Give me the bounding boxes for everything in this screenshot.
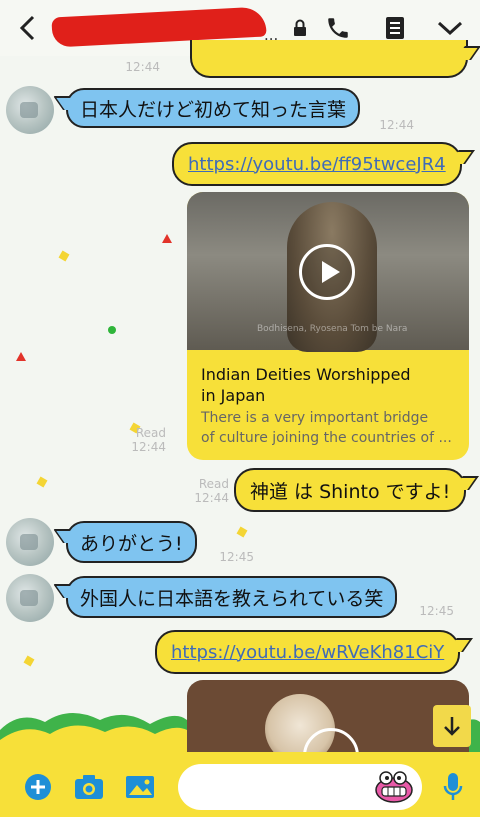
preview-description-line: of culture joining the countries of ...: [201, 430, 452, 446]
message-bubble-partial[interactable]: [190, 40, 468, 78]
youtube-link[interactable]: https://youtu.be/wRVeKh81CiY: [171, 642, 444, 663]
confetti-decoration: [108, 326, 116, 334]
youtube-link[interactable]: https://youtu.be/ff95twceJR4: [188, 154, 446, 175]
message-bubble-outgoing[interactable]: https://youtu.be/ff95twceJR4: [172, 142, 462, 186]
notes-button[interactable]: [381, 14, 409, 42]
arrow-down-icon: [444, 717, 460, 736]
camera-icon: [75, 775, 103, 799]
wave-decoration: [0, 712, 480, 760]
message-time: 12:45: [419, 604, 454, 618]
read-label: Read: [198, 477, 229, 491]
gallery-button[interactable]: [124, 772, 156, 802]
message-time: 12:44: [125, 60, 160, 74]
preview-title-line: in Japan: [201, 386, 266, 405]
message-text: ありがとう!: [80, 532, 183, 555]
message-time: 12:44: [194, 491, 229, 505]
preview-description-line: There is a very important bridge: [201, 410, 429, 426]
message-bubble-outgoing[interactable]: https://youtu.be/wRVeKh81CiY: [155, 630, 461, 674]
scroll-to-bottom-button[interactable]: [433, 705, 471, 747]
back-button[interactable]: [14, 14, 40, 42]
avatar[interactable]: [6, 574, 54, 622]
more-button[interactable]: [436, 14, 464, 42]
avatar[interactable]: [6, 86, 54, 134]
message-read-status: Read 12:44: [120, 426, 166, 454]
message-time: 12:44: [379, 118, 414, 132]
play-icon[interactable]: [299, 244, 355, 300]
preview-title-line: Indian Deities Worshipped: [201, 365, 411, 384]
voice-button[interactable]: [437, 772, 469, 802]
thumbnail-caption: Bodhisena, Ryosena Tom be Nara: [257, 324, 408, 334]
image-icon: [126, 776, 154, 798]
message-bubble-incoming[interactable]: 外国人に日本語を教えられている笑: [66, 576, 398, 618]
message-text: 外国人に日本語を教えられている笑: [80, 587, 384, 610]
confetti-decoration: [36, 476, 48, 488]
sticker-icon: [375, 771, 413, 803]
confetti-decoration: [58, 250, 70, 262]
avatar[interactable]: [6, 518, 54, 566]
menu-icon: [386, 17, 404, 39]
read-label: Read: [135, 426, 166, 440]
sticker-button[interactable]: [372, 770, 416, 804]
preview-title: Indian Deities Worshipped in Japan: [201, 364, 451, 406]
message-bubble-outgoing[interactable]: 神道 は Shinto ですよ!: [234, 468, 467, 512]
video-thumbnail[interactable]: Bodhisena, Ryosena Tom be Nara: [187, 192, 469, 352]
call-button[interactable]: [324, 14, 352, 42]
back-icon: [19, 15, 35, 41]
confetti-decoration: [236, 526, 248, 538]
confetti-decoration: [162, 234, 172, 243]
message-read-status: Read 12:44: [183, 477, 229, 505]
add-icon: [25, 774, 51, 800]
microphone-icon: [443, 773, 463, 800]
phone-icon: [328, 18, 348, 38]
chevron-down-icon: [437, 21, 463, 36]
add-button[interactable]: [22, 772, 54, 802]
message-bubble-incoming[interactable]: ありがとう!: [66, 521, 197, 563]
message-time: 12:45: [219, 550, 254, 564]
link-preview-card[interactable]: Bodhisena, Ryosena Tom be Nara Indian De…: [187, 192, 469, 460]
lock-icon: [286, 14, 314, 42]
confetti-decoration: [16, 352, 26, 361]
message-text: 神道 は Shinto ですよ!: [250, 480, 451, 503]
message-text: 日本人だけど初めて知った言葉: [80, 98, 347, 121]
message-bubble-incoming[interactable]: 日本人だけど初めて知った言葉: [66, 88, 361, 128]
camera-button[interactable]: [73, 772, 105, 802]
confetti-decoration: [23, 655, 35, 667]
preview-description: There is a very important bridge of cult…: [201, 408, 463, 448]
message-time: 12:44: [131, 440, 166, 454]
